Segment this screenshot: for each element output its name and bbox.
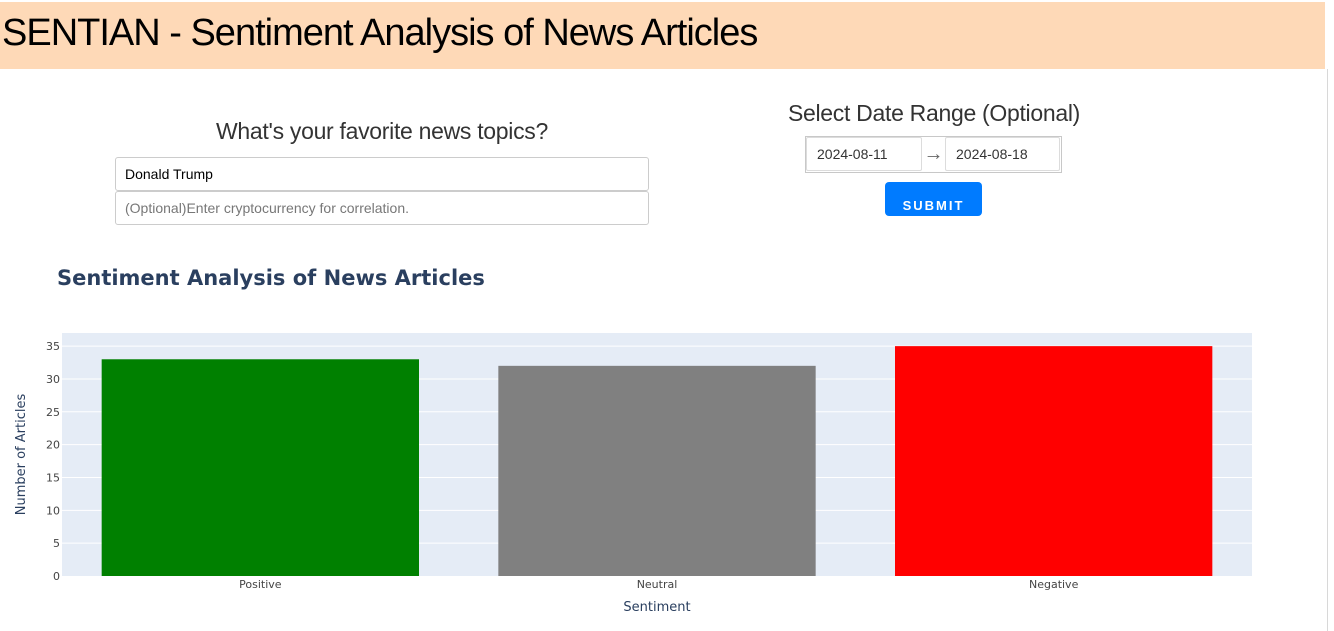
topic-input[interactable]	[115, 157, 649, 191]
topics-heading: What's your favorite news topics?	[216, 118, 548, 144]
arrow-right-icon: →	[923, 143, 944, 165]
y-tick-label: 15	[46, 471, 60, 484]
sentiment-bar-chart: 0 5 10 15 20 25 30 35 Positive Neutral Negative S…	[14, 333, 1252, 615]
chart-title: Sentiment Analysis of News Articles	[57, 266, 485, 290]
page-divider	[1327, 69, 1328, 631]
x-tick-label: Positive	[239, 578, 282, 591]
x-axis-label: Sentiment	[623, 600, 690, 615]
submit-button[interactable]: SUBMIT	[885, 182, 982, 216]
app-header: SENTIAN - Sentiment Analysis of News Art…	[0, 2, 1325, 69]
y-tick-label: 5	[53, 537, 60, 550]
y-tick-label: 0	[53, 570, 60, 583]
bar-positive[interactable]	[101, 359, 420, 576]
end-date-input[interactable]	[945, 137, 1060, 171]
y-tick-label: 10	[46, 504, 60, 517]
y-tick-label: 20	[46, 439, 60, 452]
y-axis-label: Number of Articles	[14, 394, 29, 516]
app-title: SENTIAN - Sentiment Analysis of News Art…	[2, 12, 758, 54]
y-tick-label: 25	[46, 406, 60, 419]
crypto-input[interactable]	[115, 191, 649, 225]
bar-negative[interactable]	[895, 346, 1213, 576]
y-tick-label: 35	[46, 340, 60, 353]
bar-neutral[interactable]	[498, 365, 816, 576]
x-tick-label: Negative	[1029, 578, 1079, 591]
date-range-heading: Select Date Range (Optional)	[787, 100, 1081, 126]
x-tick-label: Neutral	[637, 578, 678, 591]
y-tick-label: 30	[46, 373, 60, 386]
start-date-input[interactable]	[806, 137, 922, 171]
